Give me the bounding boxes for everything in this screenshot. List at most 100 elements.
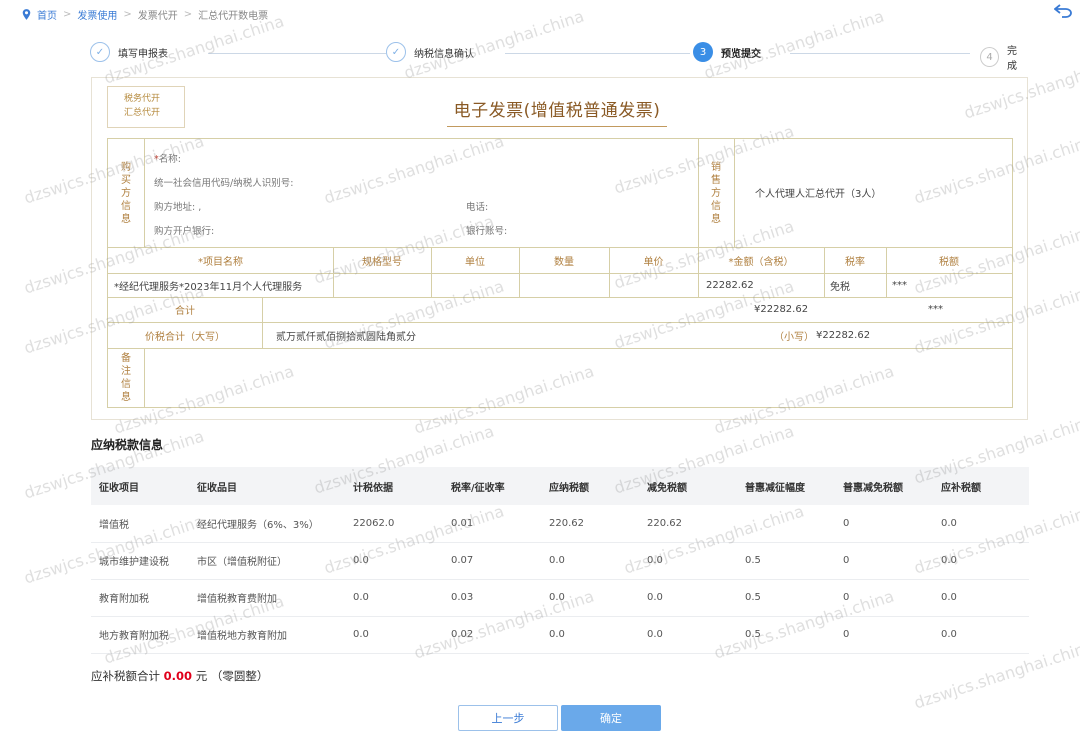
step-number: 4 <box>980 47 1000 67</box>
cell: 0.0 <box>933 579 1029 617</box>
breadcrumb-invoice-use[interactable]: 发票使用 <box>77 7 117 22</box>
step-number: 3 <box>693 42 713 62</box>
seller-info-label: 销售方信息 <box>711 161 721 225</box>
buyer-tax-id-field: 统一社会信用代码/纳税人识别号: <box>154 178 294 189</box>
buyer-account-field: 银行账号: <box>466 226 508 237</box>
invoice-preview: 税务代开 汇总代开 电子发票(增值税普通发票) 购买方信息 *名称: 统一社会信… <box>91 77 1028 420</box>
item-amount: 22282.62 <box>706 279 754 291</box>
breadcrumb-invoice-issue[interactable]: 发票代开 <box>138 7 178 22</box>
cell: 0.0 <box>541 579 639 617</box>
breadcrumb-current: 汇总代开数电票 <box>198 11 269 22</box>
col-tax-rate: 税率 <box>845 257 865 268</box>
tax-due-summary: 应补税额合计 0.00 元 （零圆整） <box>91 668 268 684</box>
item-tax: *** <box>892 279 907 291</box>
cell: 城市维护建设税 <box>91 542 189 580</box>
step-check-icon: ✓ <box>386 42 406 62</box>
cell: 经纪代理服务（6%、3%） <box>189 505 345 543</box>
breadcrumb-separator: > <box>63 9 72 20</box>
tax-table-header: 征收项目 征收品目 计税依据 税率/征收率 应纳税额 减免税额 普惠减征幅度 普… <box>91 467 1029 505</box>
step-label: 纳税信息确认 <box>414 48 474 60</box>
step-label: 完成 <box>1007 46 1018 72</box>
step-connector <box>790 53 970 54</box>
total-amount: ¥22282.62 <box>754 304 809 315</box>
cell: 220.62 <box>541 505 639 543</box>
cell: 市区（增值税附征） <box>189 542 345 580</box>
confirm-button[interactable]: 确定 <box>561 705 661 731</box>
cell: 220.62 <box>639 505 737 543</box>
step-fill-form: ✓ 填写申报表 <box>90 42 172 62</box>
cell: 0.07 <box>443 542 541 580</box>
th-tax-due: 应补税额 <box>933 467 1029 505</box>
invoice-title: 电子发票(增值税普通发票) <box>447 96 667 127</box>
divider <box>734 139 735 247</box>
summary-note: （零圆整） <box>210 669 269 683</box>
th-tax-rate: 税率/征收率 <box>443 467 541 505</box>
summary-unit: 元 <box>195 669 208 683</box>
divider <box>144 348 145 408</box>
cell <box>737 505 835 543</box>
step-check-icon: ✓ <box>90 42 110 62</box>
cell: 0.0 <box>345 616 443 654</box>
table-row: 地方教育附加税 增值税地方教育附加 0.0 0.02 0.0 0.0 0.5 0… <box>91 616 1029 654</box>
step-preview-submit: 3 预览提交 <box>693 42 765 62</box>
table-row: 城市维护建设税 市区（增值税附征） 0.0 0.07 0.0 0.0 0.5 0… <box>91 542 1029 580</box>
buyer-name-field: *名称: <box>154 154 181 165</box>
th-tax-payable: 应纳税额 <box>541 467 639 505</box>
table-row: 教育附加税 增值税教育费附加 0.0 0.03 0.0 0.0 0.5 0 0.… <box>91 579 1029 617</box>
cell: 0.5 <box>737 616 835 654</box>
step-confirm-tax: ✓ 纳税信息确认 <box>386 42 478 62</box>
back-arrow-icon <box>1054 4 1072 18</box>
back-button[interactable] <box>1052 2 1074 20</box>
cell: 增值税 <box>91 505 189 543</box>
cell: 0.0 <box>933 542 1029 580</box>
step-label: 填写申报表 <box>118 48 168 60</box>
col-item-name: *项目名称 <box>198 257 243 268</box>
cell: 0.0 <box>933 505 1029 543</box>
previous-step-button[interactable]: 上一步 <box>458 705 558 731</box>
th-levy-category: 征收品目 <box>189 467 345 505</box>
item-tax-rate: 免税 <box>830 281 850 293</box>
tax-section-title: 应纳税款信息 <box>91 438 164 452</box>
step-complete: 4 完成 <box>976 42 1030 72</box>
step-label: 预览提交 <box>721 48 761 60</box>
cell: 0.5 <box>737 579 835 617</box>
price-tax-small-label: （小写） <box>774 331 814 343</box>
total-label: 合计 <box>175 306 195 317</box>
breadcrumb-home[interactable]: 首页 <box>37 7 57 22</box>
buyer-bank-field: 购方开户银行: <box>154 226 215 237</box>
cell: 0.0 <box>639 616 737 654</box>
cell: 0 <box>835 542 933 580</box>
cell: 增值税地方教育附加 <box>189 616 345 654</box>
price-tax-small: ¥22282.62 <box>816 329 871 341</box>
stamp-line: 汇总代开 <box>124 108 161 118</box>
th-levy-item: 征收项目 <box>91 467 189 505</box>
seller-name: 个人代理人汇总代开（3人） <box>755 189 882 200</box>
cell: 教育附加税 <box>91 579 189 617</box>
stamp-line: 税务代开 <box>124 94 161 104</box>
breadcrumb: 首页 > 发票使用 > 发票代开 > 汇总代开数电票 <box>22 7 268 22</box>
cell: 0.0 <box>541 616 639 654</box>
invoice-body: 购买方信息 *名称: 统一社会信用代码/纳税人识别号: 购方地址: , 电话: … <box>107 138 1013 408</box>
cell: 0 <box>835 505 933 543</box>
col-spec: 规格型号 <box>362 257 402 268</box>
remark-info-label: 备注信息 <box>121 353 131 403</box>
location-pin-icon <box>22 9 31 20</box>
cell: 0.03 <box>443 579 541 617</box>
step-connector <box>208 53 388 54</box>
cell: 地方教育附加税 <box>91 616 189 654</box>
cell: 0.0 <box>639 579 737 617</box>
progress-steps: ✓ 填写申报表 ✓ 纳税信息确认 3 预览提交 4 完成 <box>90 42 1030 72</box>
cell: 0.0 <box>933 616 1029 654</box>
breadcrumb-separator: > <box>183 9 193 20</box>
price-tax-upper: 贰万贰仟贰佰捌拾贰圆陆角贰分 <box>276 331 416 343</box>
summary-label: 应补税额合计 <box>91 669 160 683</box>
cell: 0.02 <box>443 616 541 654</box>
divider <box>108 348 1012 349</box>
cell: 0.0 <box>345 542 443 580</box>
summary-amount: 0.00 <box>163 669 193 683</box>
cell: 增值税教育费附加 <box>189 579 345 617</box>
cell: 22062.0 <box>345 505 443 543</box>
breadcrumb-separator: > <box>123 9 132 20</box>
divider <box>144 139 145 247</box>
table-row: 增值税 经纪代理服务（6%、3%） 22062.0 0.01 220.62 22… <box>91 505 1029 543</box>
